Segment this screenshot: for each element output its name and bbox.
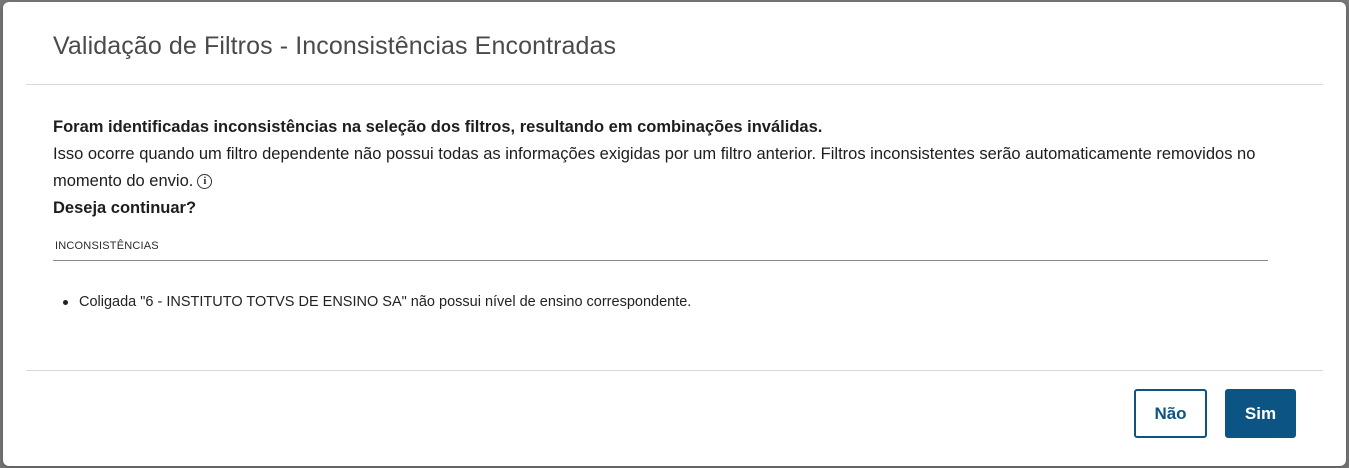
description-message: Isso ocorre quando um filtro dependente … — [53, 141, 1283, 195]
no-button[interactable]: Não — [1134, 389, 1207, 438]
lead-message: Foram identificadas inconsistências na s… — [53, 118, 823, 136]
footer-divider — [26, 370, 1323, 371]
bullet-icon — [63, 300, 68, 305]
validation-dialog: Validação de Filtros - Inconsistências E… — [3, 2, 1346, 466]
yes-button[interactable]: Sim — [1225, 389, 1296, 438]
dialog-header: Validação de Filtros - Inconsistências E… — [26, 2, 1323, 85]
section-label: INCONSISTÊNCIAS — [55, 240, 159, 252]
inconsistencies-section-header: INCONSISTÊNCIAS — [53, 235, 1268, 261]
info-circle-icon[interactable]: i — [197, 174, 213, 189]
dialog-title: Validação de Filtros - Inconsistências E… — [53, 32, 617, 60]
confirm-question: Deseja continuar? — [53, 199, 197, 217]
description-text: Isso ocorre quando um filtro dependente … — [53, 145, 1256, 190]
list-item: Coligada "6 - INSTITUTO TOTVS DE ENSINO … — [63, 292, 1263, 312]
inconsistencies-list: Coligada "6 - INSTITUTO TOTVS DE ENSINO … — [63, 292, 1263, 312]
dialog-body: Foram identificadas inconsistências na s… — [53, 114, 1283, 222]
list-item-text: Coligada "6 - INSTITUTO TOTVS DE ENSINO … — [79, 294, 692, 310]
